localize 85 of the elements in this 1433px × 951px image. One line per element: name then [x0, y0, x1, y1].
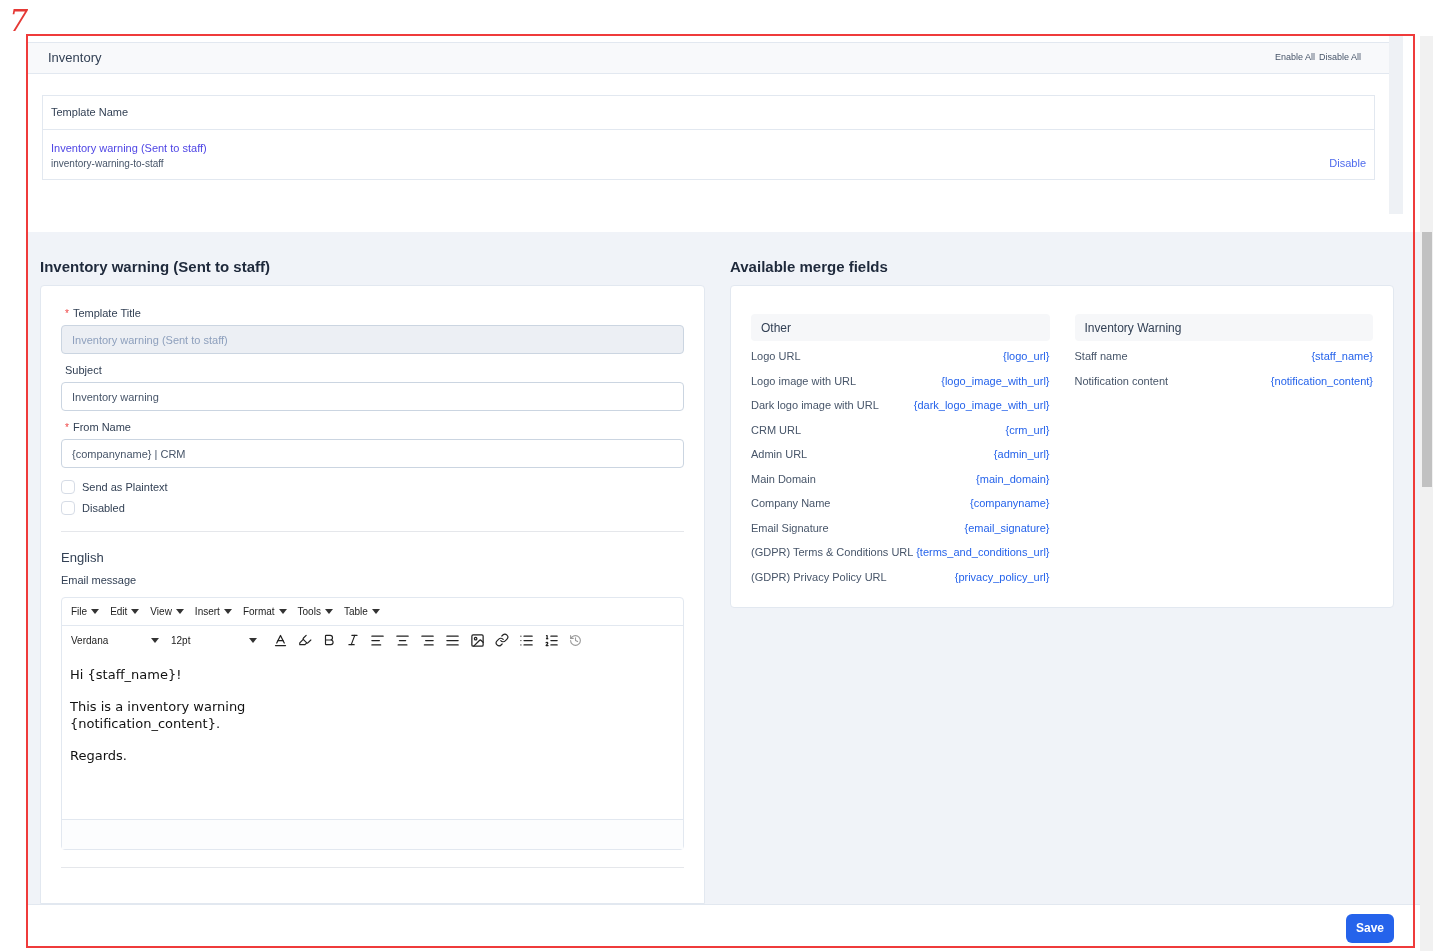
merge-field-code[interactable]: {notification_content}: [1270, 372, 1373, 389]
editor-menu[interactable]: File: [71, 604, 100, 619]
merge-field-code[interactable]: {staff_name}: [1311, 348, 1373, 365]
template-slug: inventory-warning-to-staff: [51, 157, 165, 171]
checkbox[interactable]: [61, 500, 75, 515]
text-field[interactable]: {companyname} | CRM: [61, 439, 684, 468]
group-header: Inventory Warning: [1074, 314, 1373, 341]
caret-icon: [131, 609, 140, 614]
merge-field-label: Staff name: [1074, 349, 1128, 364]
merge-field-code[interactable]: {crm_url}: [1005, 421, 1050, 438]
text-field[interactable]: Inventory warning: [61, 382, 684, 411]
merge-title: Available merge fields: [730, 257, 889, 276]
checkbox[interactable]: [61, 480, 75, 495]
highlight-icon[interactable]: [298, 633, 312, 647]
align-justify-icon[interactable]: [445, 632, 460, 648]
image-icon[interactable]: [470, 632, 485, 648]
header-link[interactable]: Enable All: [1274, 51, 1315, 65]
column-header: Template Name: [43, 96, 1374, 130]
caret-icon: [278, 609, 287, 614]
message-paragraph: Regards.: [70, 747, 128, 764]
merge-field-code[interactable]: {companyname}: [970, 495, 1050, 512]
header-link[interactable]: Disable All: [1318, 51, 1361, 65]
disable-link[interactable]: Disable: [1329, 154, 1366, 171]
message-paragraph: Hi {staff_name}!: [70, 666, 183, 683]
merge-field-label: Admin URL: [751, 447, 808, 462]
align-right-icon[interactable]: [420, 632, 435, 648]
merge-field-label: Dark logo image with URL: [751, 398, 879, 413]
align-center-icon[interactable]: [395, 632, 410, 648]
caret-icon: [371, 609, 380, 614]
caret-icon: [249, 637, 257, 643]
merge-field-code[interactable]: {email_signature}: [964, 519, 1050, 536]
message-label: Email message: [61, 572, 138, 588]
merge-field-label: Logo image with URL: [751, 373, 857, 389]
numbered-list-icon[interactable]: [544, 632, 559, 648]
editor-menu[interactable]: Tools: [297, 604, 333, 619]
editor-menu[interactable]: Table: [343, 604, 380, 619]
template-link[interactable]: Inventory warning (Sent to staff): [51, 139, 207, 156]
merge-field-label: Company Name: [751, 496, 831, 511]
size-select[interactable]: 12pt: [171, 632, 259, 648]
checkbox-label: Disabled: [82, 500, 125, 516]
save-button[interactable]: Save: [1345, 913, 1394, 943]
merge-field-code[interactable]: {main_domain}: [976, 470, 1050, 487]
merge-field-label: Main Domain: [751, 471, 816, 487]
italic-icon[interactable]: [346, 633, 360, 647]
merge-field-label: Notification content: [1074, 373, 1169, 389]
section-title: Inventory: [48, 49, 102, 68]
editor-menu[interactable]: Insert: [194, 604, 232, 619]
field-label: From Name: [72, 419, 131, 435]
merge-field-label: Logo URL: [751, 349, 801, 364]
merge-field-code[interactable]: {dark_logo_image_with_url}: [913, 397, 1050, 414]
merge-field-label: (GDPR) Terms & Conditions URL: [751, 545, 914, 560]
merge-field-code[interactable]: {logo_image_with_url}: [941, 372, 1050, 389]
caret-icon: [151, 637, 159, 643]
bold-icon[interactable]: [322, 633, 336, 647]
merge-field-code[interactable]: {terms_and_conditions_url}: [916, 544, 1050, 561]
scrollbar-thumb[interactable]: [1421, 232, 1432, 487]
editor-menu[interactable]: Format: [242, 604, 287, 619]
field-label: Subject: [65, 362, 102, 378]
required-mark: *: [65, 420, 69, 435]
merge-field-code[interactable]: {privacy_policy_url}: [954, 568, 1050, 585]
merge-field-label: Email Signature: [751, 520, 829, 536]
bullet-list-icon[interactable]: [519, 632, 534, 648]
editor-menu[interactable]: View: [150, 604, 184, 619]
message-paragraph: This is a inventory warning {notification_content}.: [70, 698, 247, 732]
font-select[interactable]: Verdana: [71, 632, 161, 648]
annotation-number: 7: [9, 6, 29, 36]
merge-field-label: (GDPR) Privacy Policy URL: [751, 569, 887, 585]
field-label: Template Title: [72, 305, 141, 321]
group-header: Other: [751, 314, 1050, 341]
caret-icon: [223, 609, 232, 614]
align-left-icon[interactable]: [370, 632, 385, 648]
link-icon[interactable]: [495, 633, 509, 647]
caret-icon: [175, 609, 184, 614]
caret-icon: [324, 609, 333, 614]
caret-icon: [91, 609, 100, 614]
required-mark: *: [65, 306, 69, 321]
merge-field-code[interactable]: {logo_url}: [1003, 348, 1050, 365]
merge-field-label: CRM URL: [751, 422, 802, 438]
editor-title: Inventory warning (Sent to staff): [40, 257, 271, 276]
language-heading: English: [61, 549, 105, 567]
checkbox-label: Send as Plaintext: [82, 480, 168, 495]
editor-menu[interactable]: Edit: [110, 604, 140, 619]
merge-field-code[interactable]: {admin_url}: [993, 446, 1050, 463]
history-icon[interactable]: [569, 633, 582, 647]
text-color-icon[interactable]: [273, 632, 288, 648]
